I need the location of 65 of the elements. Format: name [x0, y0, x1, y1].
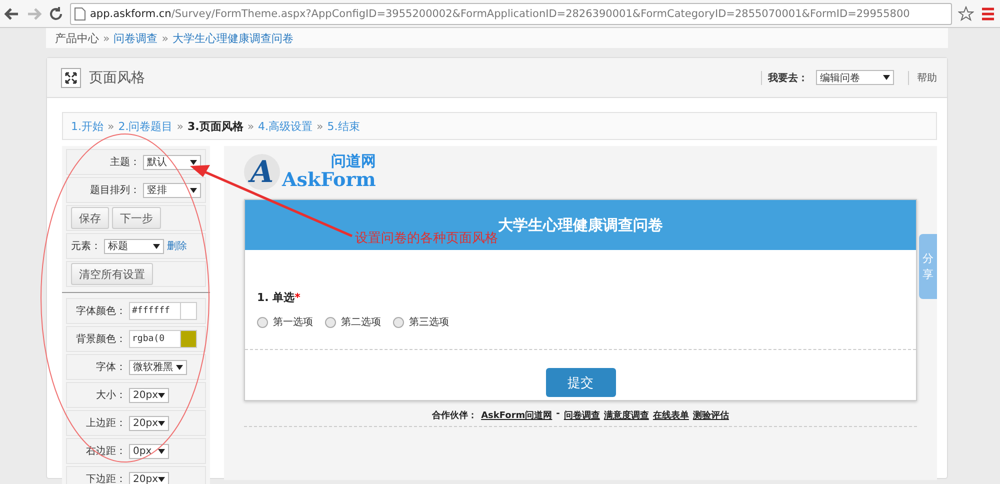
setting-label: 题目排列： [90, 184, 140, 197]
caret-icon [153, 244, 160, 248]
caret-icon [158, 476, 165, 482]
partner-link[interactable]: 在线表单 [652, 409, 689, 422]
step-separator: » [316, 120, 324, 132]
address-bar[interactable]: app.askform.cn/Survey/FormTheme.aspx?AppConfigID=3955200002&FormApplicationID=2826390001&FormCategoryID=2855070001&FormID=29955800 [70, 2, 952, 24]
delete-link[interactable]: 删除 [167, 239, 187, 253]
caret-icon [158, 392, 165, 398]
breadcrumb-separator: » [103, 32, 110, 44]
caret-icon [883, 75, 890, 80]
panel-title: 页面风格 [89, 68, 146, 86]
goto-label: 我要去： [761, 70, 808, 84]
star-icon[interactable] [958, 6, 974, 22]
radio-option[interactable]: 第二选项 [325, 315, 381, 329]
dropdown[interactable]: 默认 [143, 154, 201, 170]
dropdown[interactable]: 微软雅黑 [129, 360, 187, 374]
caret-icon [190, 188, 197, 192]
breadcrumb-link[interactable]: 问卷调查 [114, 30, 158, 46]
partner-link[interactable]: 问卷调查 [564, 409, 600, 422]
step-separator: » [108, 120, 114, 132]
color-field[interactable]: #ffffff [129, 302, 197, 320]
page-icon [74, 6, 86, 20]
radio-option[interactable]: 第三选项 [393, 315, 449, 329]
footer-text: - [556, 409, 560, 421]
partner-link[interactable]: 测验评估 [692, 409, 729, 422]
dropdown[interactable]: 20px [129, 416, 169, 430]
setting-label: 背景颜色： [75, 332, 126, 346]
annotation-text: 设置问卷的各种页面风格 [355, 230, 498, 247]
submit-button[interactable]: 提交 [546, 368, 616, 397]
radio-option[interactable]: 第一选项 [257, 315, 313, 329]
dropdown[interactable]: 0px [129, 444, 169, 458]
caret-icon [158, 420, 165, 426]
action-button[interactable]: 下一步 [112, 207, 161, 229]
partner-link[interactable]: 满意度调查 [604, 409, 649, 422]
dropdown[interactable]: 20px [129, 472, 169, 484]
setting-label: 下边距： [85, 472, 126, 484]
clear-button[interactable]: 清空所有设置 [71, 263, 153, 285]
breadcrumb-separator: » [162, 32, 168, 44]
back-icon[interactable] [4, 6, 20, 22]
breadcrumb-link[interactable]: 大学生心理健康调查问卷 [172, 30, 294, 46]
setting-label: 大小： [95, 388, 126, 402]
partner-link[interactable]: AskForm问道网 [481, 409, 552, 422]
setting-label: 字体颜色： [75, 304, 126, 318]
setting-label: 上边距： [85, 416, 126, 430]
fullscreen-button[interactable] [61, 68, 81, 88]
dropdown[interactable]: 20px [129, 388, 169, 402]
step-separator: » [176, 120, 184, 132]
question-label: 1. 单选* [257, 290, 302, 305]
color-field[interactable]: rgba(0 [129, 330, 197, 348]
dropdown[interactable]: 编辑问卷 [816, 70, 894, 85]
dropdown[interactable]: 标题 [104, 238, 164, 254]
menu-icon[interactable] [980, 6, 996, 22]
dropdown[interactable]: 竖排 [143, 182, 201, 198]
footer-text: 合作伙伴： [432, 410, 478, 422]
step-separator: » [247, 120, 254, 132]
caret-icon [176, 364, 183, 370]
setting-label: 主题： [110, 156, 140, 169]
help-link[interactable]: 帮助 [908, 70, 937, 84]
step-link[interactable]: 3.页面风格 [187, 118, 244, 134]
caret-icon [158, 448, 165, 454]
setting-label: 字体： [95, 360, 126, 374]
action-button[interactable]: 保存 [71, 207, 109, 229]
reload-icon[interactable] [48, 6, 64, 22]
setting-label: 元素： [71, 240, 101, 253]
expand-icon [65, 72, 77, 84]
